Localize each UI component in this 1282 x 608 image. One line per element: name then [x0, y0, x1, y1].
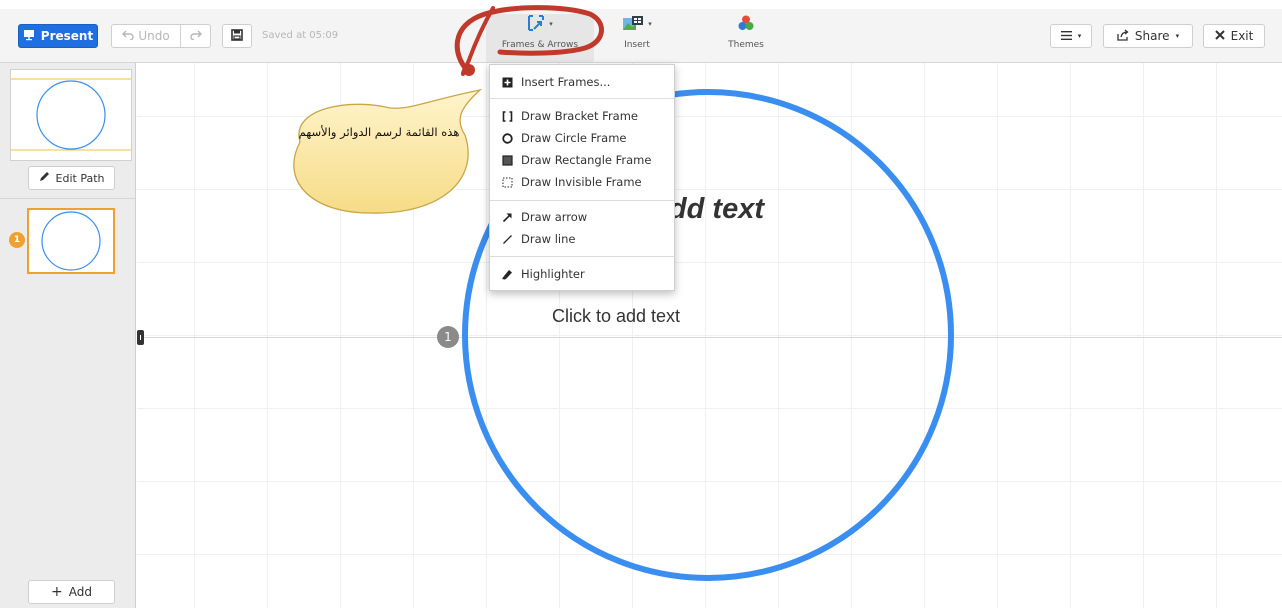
- path-step-thumbnail[interactable]: [27, 208, 115, 274]
- menu-item-draw-arrow[interactable]: Draw arrow: [490, 206, 674, 228]
- themes-label: Themes: [728, 40, 764, 50]
- share-icon: [1117, 28, 1129, 44]
- add-label: Add: [68, 585, 92, 599]
- menu-item-label: Highlighter: [521, 267, 585, 281]
- menu-item-label: Draw Invisible Frame: [521, 175, 642, 189]
- share-button[interactable]: Share ▾: [1103, 24, 1193, 48]
- arrow-icon: [501, 211, 513, 223]
- top-stripe: [0, 0, 1282, 9]
- undo-icon: [122, 29, 134, 43]
- pencil-icon: [39, 171, 50, 185]
- present-icon: [23, 29, 35, 44]
- frame-body-placeholder[interactable]: Click to add text: [552, 306, 680, 327]
- add-path-button[interactable]: + Add: [28, 580, 115, 604]
- edit-path-button[interactable]: Edit Path: [28, 166, 115, 190]
- menu-item-label: Draw line: [521, 232, 576, 246]
- path-step-badge: 1: [9, 232, 25, 248]
- menu-separator: [490, 256, 674, 257]
- save-icon: [231, 28, 243, 44]
- exit-label: Exit: [1230, 29, 1254, 43]
- insert-media-icon: [622, 15, 644, 34]
- plus-icon: +: [51, 584, 63, 600]
- bracket-icon: [501, 110, 513, 122]
- menu-item-draw-line[interactable]: Draw line: [490, 228, 674, 250]
- themes-tool[interactable]: Themes: [718, 14, 774, 62]
- menu-item-label: Draw arrow: [521, 210, 588, 224]
- undo-button[interactable]: Undo: [111, 24, 181, 48]
- rectangle-icon: [501, 154, 513, 166]
- menu-item-draw-bracket-frame[interactable]: Draw Bracket Frame: [490, 105, 674, 127]
- top-toolbar: Present Undo Saved at 05:09 ▾ Frames & A…: [0, 0, 1282, 63]
- exit-button[interactable]: Exit: [1203, 24, 1265, 48]
- menu-item-label: Draw Circle Frame: [521, 131, 627, 145]
- themes-icon: [737, 14, 755, 35]
- share-label: Share: [1134, 29, 1170, 43]
- redo-icon: [189, 29, 202, 43]
- frames-arrows-dropdown: Insert Frames... Draw Bracket Frame Draw…: [489, 64, 675, 291]
- highlighter-icon: [501, 268, 513, 280]
- close-icon: [1214, 29, 1225, 43]
- chevron-down-icon: ▾: [1175, 32, 1180, 40]
- circle-icon: [501, 132, 513, 144]
- edit-path-label: Edit Path: [55, 171, 105, 185]
- present-label: Present: [40, 29, 94, 43]
- red-circle-scribble: [454, 5, 604, 76]
- redo-button[interactable]: [181, 24, 211, 48]
- menu-separator: [490, 200, 674, 201]
- more-menu-button[interactable]: ▾: [1050, 24, 1092, 48]
- chevron-down-icon: ▾: [648, 20, 652, 28]
- menu-item-label: Draw Rectangle Frame: [521, 153, 652, 167]
- menu-item-draw-rectangle-frame[interactable]: Draw Rectangle Frame: [490, 149, 674, 171]
- saved-status: Saved at 05:09: [262, 30, 339, 41]
- menu-separator: [490, 98, 674, 99]
- annotation-text: هذه القائمة لرسم الدوائر والأسهم: [298, 125, 460, 139]
- path-sidebar: Edit Path 1 + Add: [0, 63, 136, 608]
- hamburger-icon: [1060, 29, 1072, 43]
- insert-tool[interactable]: ▾ Insert: [612, 14, 662, 62]
- chevron-down-icon: ▾: [1077, 32, 1082, 40]
- sidebar-divider: [0, 198, 136, 199]
- menu-item-draw-invisible-frame[interactable]: Draw Invisible Frame: [490, 171, 674, 193]
- line-icon: [501, 233, 513, 245]
- canvas-drag-handle[interactable]: [137, 330, 144, 345]
- menu-item-label: Draw Bracket Frame: [521, 109, 638, 123]
- undo-label: Undo: [138, 29, 170, 43]
- overview-thumbnail[interactable]: [10, 69, 132, 161]
- prezi-editor: Present Undo Saved at 05:09 ▾ Frames & A…: [0, 0, 1282, 608]
- insert-label: Insert: [624, 40, 650, 50]
- menu-item-highlighter[interactable]: Highlighter: [490, 263, 674, 285]
- menu-item-draw-circle-frame[interactable]: Draw Circle Frame: [490, 127, 674, 149]
- frame-number-badge: 1: [437, 326, 459, 348]
- annotation-callout: [293, 88, 483, 214]
- invisible-frame-icon: [501, 176, 513, 188]
- save-button[interactable]: [222, 24, 252, 48]
- present-button[interactable]: Present: [18, 24, 98, 48]
